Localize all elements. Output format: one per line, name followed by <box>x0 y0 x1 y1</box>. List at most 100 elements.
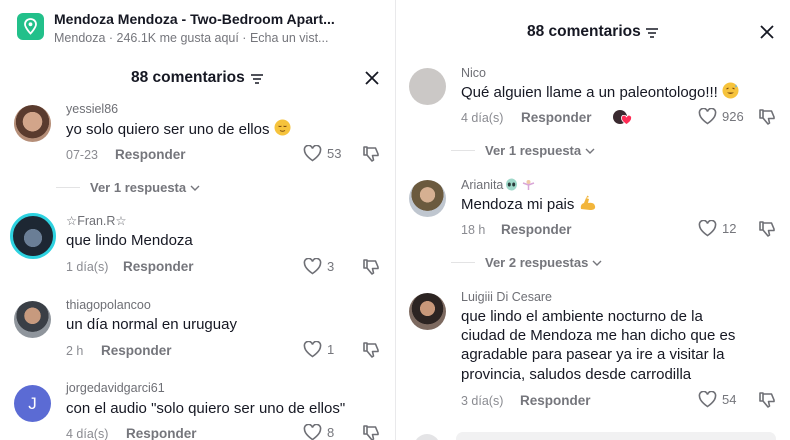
close-icon[interactable] <box>365 71 379 85</box>
comment-text-body: Mendoza mi pais <box>461 196 575 213</box>
close-icon[interactable] <box>760 25 774 39</box>
like-count: 53 <box>327 146 342 161</box>
reply-button[interactable]: Responder <box>115 147 186 162</box>
comment-item: thiagopolancoo un día normal en uruguay … <box>0 294 395 369</box>
reply-button[interactable]: Responder <box>101 343 172 358</box>
comment-text: Qué alguien llame a un paleontologo!!! <box>461 82 739 105</box>
like-button[interactable]: 53 <box>303 145 341 162</box>
dislike-icon[interactable] <box>758 108 776 126</box>
like-count: 1 <box>327 342 335 357</box>
comment-username[interactable]: yessiel86 <box>66 102 118 116</box>
dislike-icon[interactable] <box>362 341 380 359</box>
heart-icon <box>303 424 322 440</box>
place-subtitle: Mendoza · 246.1K me gusta aquí · Echa un… <box>54 31 329 45</box>
like-button[interactable]: 3 <box>303 258 334 275</box>
like-button[interactable]: 8 <box>303 424 334 440</box>
comment-date: 1 día(s) <box>66 260 109 274</box>
reply-button[interactable]: Responder <box>521 110 592 125</box>
avatar[interactable] <box>409 180 446 217</box>
comment-username-text: Arianita <box>461 178 504 192</box>
view-replies-label: Ver 1 respuesta <box>90 180 187 195</box>
sort-icon[interactable] <box>251 74 263 84</box>
avatar[interactable] <box>14 105 51 142</box>
like-button[interactable]: 12 <box>698 220 736 237</box>
like-count: 8 <box>327 425 335 440</box>
comments-header: 88 comentarios <box>0 64 395 94</box>
like-button[interactable]: 54 <box>698 391 736 408</box>
chevron-down-icon <box>592 260 602 266</box>
avatar[interactable] <box>10 213 56 259</box>
comment-date: 4 día(s) <box>66 427 109 440</box>
comment-username[interactable]: jorgedavidgarci61 <box>66 381 165 395</box>
reply-button[interactable]: Responder <box>123 259 194 274</box>
comment-item: ☆Fran.R☆ que lindo Mendoza 1 día(s) Resp… <box>0 210 395 285</box>
comment-text-line: que lindo el ambiente nocturno de la <box>461 308 703 325</box>
comment-text-line: agradable para pasear ya ire a visitar l… <box>461 346 725 363</box>
comment-username[interactable]: ☆Fran.R☆ <box>66 213 127 228</box>
heart-icon <box>303 341 322 358</box>
view-replies-button[interactable]: Ver 1 respuesta <box>56 180 200 195</box>
avatar[interactable] <box>409 293 446 330</box>
comment-date: 4 día(s) <box>461 111 504 125</box>
avatar[interactable]: J <box>14 385 51 422</box>
like-button[interactable]: 926 <box>698 108 744 125</box>
chevron-down-icon <box>585 148 595 154</box>
comment-item: J jorgedavidgarci61 con el audio "solo q… <box>0 378 395 440</box>
heart-icon <box>303 258 322 275</box>
comment-date: 2 h <box>66 344 84 358</box>
sweat-smile-emoji-icon <box>722 82 739 105</box>
heart-icon <box>698 391 717 408</box>
comment-text-body: yo solo quiero ser uno de ellos <box>66 121 270 138</box>
comment-text: Mendoza mi pais <box>461 194 596 217</box>
reply-button[interactable]: Responder <box>126 426 197 440</box>
fairy-emoji-icon <box>522 178 535 194</box>
comment-username[interactable]: Luigiii Di Cesare <box>461 290 552 304</box>
dislike-icon[interactable] <box>362 145 380 163</box>
comment-input-hint[interactable] <box>456 432 776 440</box>
comment-username[interactable]: Arianita <box>461 178 535 194</box>
view-replies-button[interactable]: Ver 2 respuestas <box>451 255 602 270</box>
comment-text-line: provincia, saludos desde carrodilla <box>461 366 692 383</box>
flexed-biceps-emoji-icon <box>579 194 596 217</box>
creator-liked-badge-icon <box>613 109 633 126</box>
like-count: 12 <box>722 221 737 236</box>
heart-icon <box>698 108 717 125</box>
avatar[interactable] <box>14 301 51 338</box>
avatar[interactable] <box>409 68 446 105</box>
place-info-bar[interactable]: Mendoza Mendoza - Two-Bedroom Apart... M… <box>0 0 395 52</box>
dislike-icon[interactable] <box>362 424 380 440</box>
right-comments-panel: 88 comentarios Nico Qué alguien llame a … <box>396 0 790 440</box>
comments-count-title: 88 comentarios <box>131 69 245 86</box>
comment-text: con el audio "solo quiero ser uno de ell… <box>66 400 346 417</box>
dislike-icon[interactable] <box>758 391 776 409</box>
view-replies-label: Ver 1 respuesta <box>485 143 582 158</box>
avatar <box>414 434 440 440</box>
like-count: 926 <box>722 109 744 124</box>
alien-emoji-icon <box>505 178 518 194</box>
comments-header: 88 comentarios <box>396 18 790 48</box>
like-count: 54 <box>722 392 737 407</box>
reply-button[interactable]: Responder <box>520 393 591 408</box>
comment-username[interactable]: thiagopolancoo <box>66 298 151 312</box>
comment-item: Arianita Mendoza mi pais 18 h Responder … <box>396 174 790 279</box>
comment-text-body: Qué alguien llame a un paleontologo!!! <box>461 84 718 101</box>
left-comments-panel: Mendoza Mendoza - Two-Bedroom Apart... M… <box>0 0 395 440</box>
sort-icon[interactable] <box>646 28 658 38</box>
like-button[interactable]: 1 <box>303 341 334 358</box>
view-replies-label: Ver 2 respuestas <box>485 255 589 270</box>
heart-icon <box>303 145 322 162</box>
comment-item: yessiel86 yo solo quiero ser uno de ello… <box>0 98 395 203</box>
comment-username[interactable]: Nico <box>461 66 486 80</box>
comment-item: Nico Qué alguien llame a un paleontologo… <box>396 62 790 167</box>
comments-count-title: 88 comentarios <box>527 23 641 40</box>
comment-text: yo solo quiero ser uno de ellos <box>66 119 291 142</box>
view-replies-button[interactable]: Ver 1 respuesta <box>451 143 595 158</box>
like-count: 3 <box>327 259 335 274</box>
relieved-face-emoji-icon <box>274 119 291 142</box>
reply-button[interactable]: Responder <box>501 222 572 237</box>
comment-date: 3 día(s) <box>461 394 504 408</box>
dislike-icon[interactable] <box>758 220 776 238</box>
comment-item: Luigiii Di Cesare que lindo el ambiente … <box>396 286 790 416</box>
dislike-icon[interactable] <box>362 258 380 276</box>
comment-text-line: ciudad de Mendoza me han dicho que es <box>461 327 736 344</box>
